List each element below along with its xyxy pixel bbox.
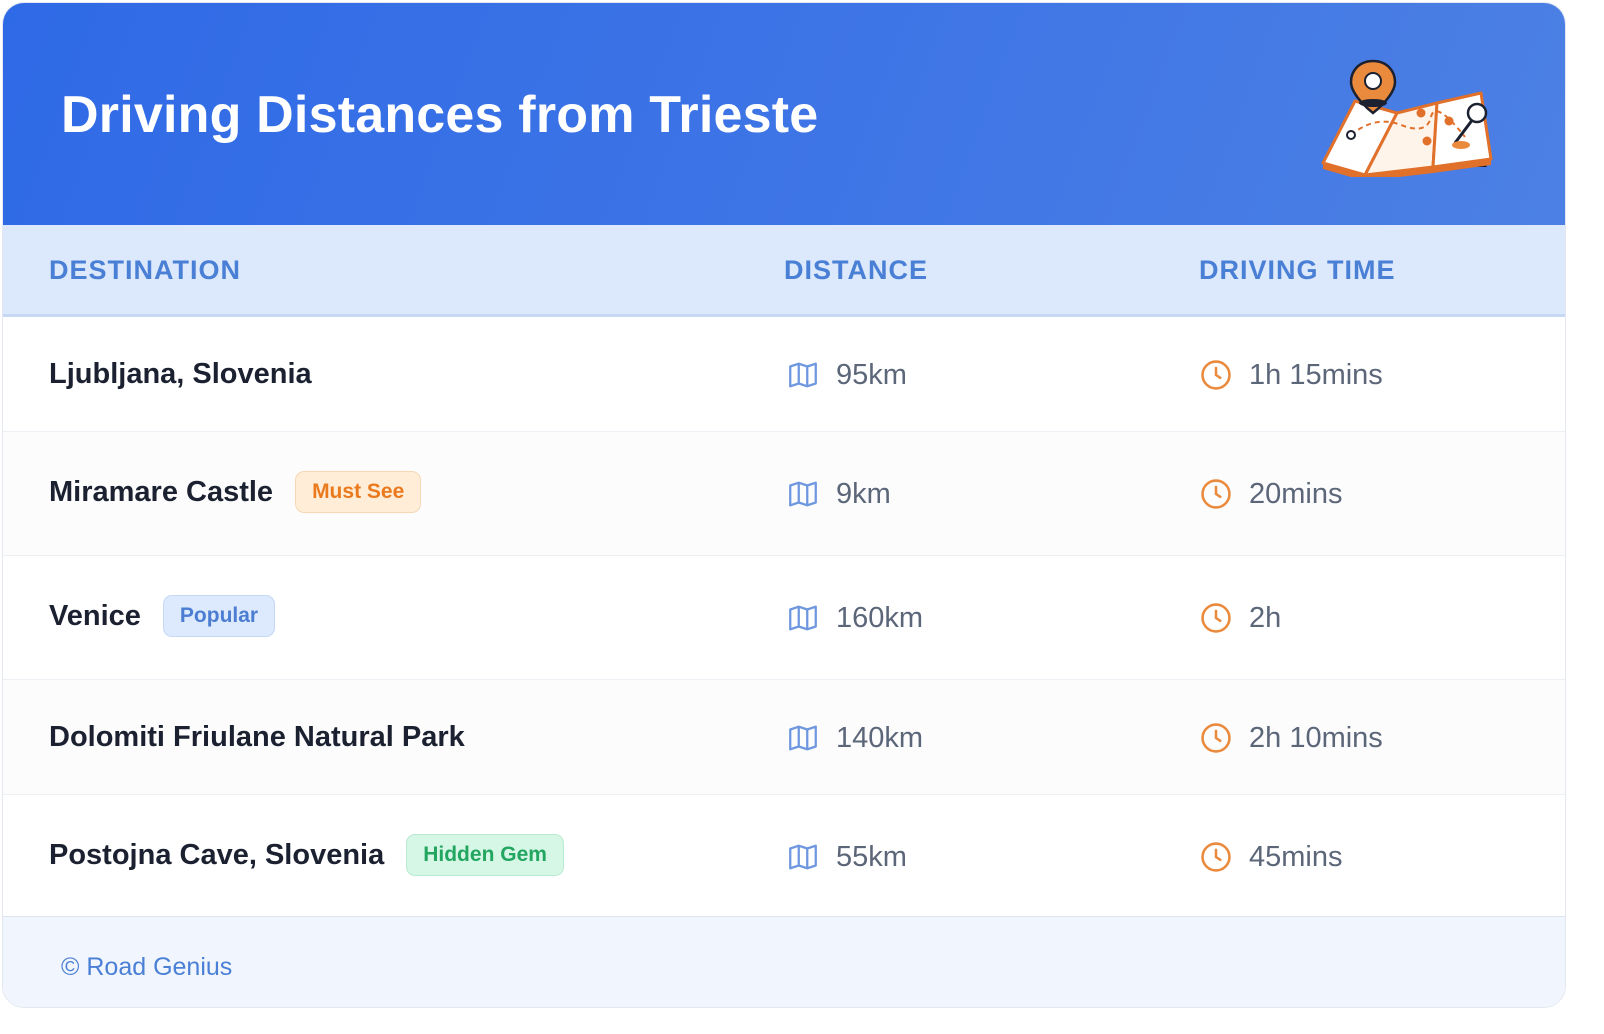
- distance-cell: 140km: [786, 721, 923, 755]
- distance-card: Driving Distances from Trieste DESTINATI…: [2, 2, 1566, 1008]
- map-with-pin-icon: [1321, 59, 1493, 177]
- column-header-driving-time: DRIVING TIME: [1199, 255, 1396, 285]
- table-header: DESTINATION DISTANCE DRIVING TIME: [3, 225, 1565, 317]
- destination-name: Miramare Castle: [49, 475, 274, 508]
- clock-icon: [1201, 479, 1231, 509]
- destination-name: Dolomiti Friulane Natural Park: [49, 721, 465, 753]
- clock-icon: [1201, 360, 1231, 390]
- distance-cell: 160km: [786, 601, 923, 635]
- time-value: 2h 10mins: [1249, 721, 1383, 754]
- time-cell: 2h: [1199, 601, 1281, 635]
- time-cell: 45mins: [1199, 840, 1343, 874]
- copyright-text: © Road Genius: [61, 953, 233, 981]
- destination-name: Venice: [49, 599, 141, 632]
- map-icon: [789, 362, 817, 388]
- column-header-destination: DESTINATION: [49, 255, 241, 285]
- distance-cell: 55km: [786, 840, 907, 874]
- must-see-badge: Must See: [295, 471, 422, 513]
- time-value: 20mins: [1249, 477, 1343, 510]
- card-footer: © Road Genius: [3, 916, 1565, 1007]
- table-row: Dolomiti Friulane Natural Park 140km 2h …: [3, 680, 1565, 795]
- time-cell: 20mins: [1199, 477, 1343, 511]
- table-row: Ljubljana, Slovenia 95km 1h 15mins: [3, 317, 1565, 432]
- hidden-gem-badge: Hidden Gem: [406, 834, 564, 876]
- map-icon: [789, 605, 817, 631]
- distance-value: 95km: [836, 358, 907, 391]
- distance-value: 9km: [836, 477, 891, 510]
- destination-cell: Ljubljana, Slovenia: [49, 358, 312, 391]
- destination-cell: Postojna Cave, Slovenia Hidden Gem: [49, 834, 564, 876]
- time-value: 45mins: [1249, 840, 1343, 873]
- page-title: Driving Distances from Trieste: [61, 86, 819, 144]
- time-value: 1h 15mins: [1249, 358, 1383, 391]
- clock-icon: [1201, 842, 1231, 872]
- column-header-distance: DISTANCE: [784, 255, 929, 285]
- destination-cell: Miramare Castle Must See: [49, 471, 422, 513]
- destination-name: Postojna Cave, Slovenia: [49, 838, 385, 871]
- map-icon: [789, 844, 817, 870]
- destination-cell: Venice Popular: [49, 595, 276, 637]
- distance-cell: 9km: [786, 477, 891, 511]
- popular-badge: Popular: [162, 595, 276, 637]
- map-icon: [789, 725, 817, 751]
- distance-value: 160km: [836, 601, 924, 634]
- destination-cell: Dolomiti Friulane Natural Park: [49, 721, 465, 754]
- card-header: Driving Distances from Trieste: [3, 3, 1565, 225]
- time-value: 2h: [1249, 601, 1282, 634]
- clock-icon: [1201, 603, 1231, 633]
- distance-value: 140km: [836, 721, 924, 754]
- destination-name: Ljubljana, Slovenia: [49, 358, 312, 390]
- clock-icon: [1201, 723, 1231, 753]
- time-cell: 2h 10mins: [1199, 721, 1383, 755]
- map-icon: [789, 481, 817, 507]
- table-row: Venice Popular 160km 2h: [3, 556, 1565, 680]
- time-cell: 1h 15mins: [1199, 358, 1383, 392]
- distance-cell: 95km: [786, 358, 907, 392]
- table-row: Postojna Cave, Slovenia Hidden Gem 55km …: [3, 795, 1565, 916]
- table-row: Miramare Castle Must See 9km 20mins: [3, 432, 1565, 556]
- distance-value: 55km: [836, 840, 907, 873]
